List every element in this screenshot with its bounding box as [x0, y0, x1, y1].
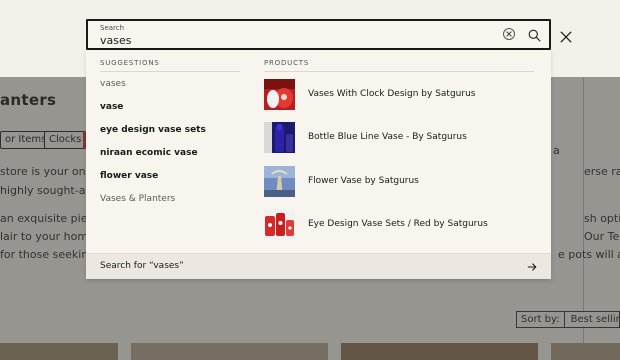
product-name: Vases With Clock Design by Satgurus [308, 89, 476, 99]
product-result[interactable]: Eye Design Vase Sets / Red by Satgurus [264, 208, 534, 240]
clear-search-button[interactable] [503, 28, 515, 40]
product-thumbnail [264, 165, 295, 197]
suggestion-item[interactable]: niraan ecomic vase [100, 148, 198, 158]
product-thumbnail [264, 121, 295, 153]
suggestion-item[interactable]: Vases & Planters [100, 194, 175, 204]
search-submit-button[interactable] [528, 27, 542, 42]
suggestion-item[interactable]: flower vase [100, 171, 158, 181]
product-name: Bottle Blue Line Vase - By Satgurus [308, 132, 467, 142]
search-field[interactable]: Search [86, 19, 551, 50]
product-name: Eye Design Vase Sets / Red by Satgurus [308, 219, 488, 229]
arrow-right-icon [527, 263, 537, 271]
close-small-icon [506, 31, 512, 37]
search-label: Search [100, 24, 125, 32]
suggestion-item[interactable]: vases [100, 79, 126, 89]
suggestion-item[interactable]: vase [100, 102, 123, 112]
product-thumbnail [264, 208, 295, 240]
suggestions-heading: SUGGESTIONS [100, 59, 160, 67]
suggestion-item[interactable]: eye design vase sets [100, 125, 206, 135]
divider [100, 71, 240, 72]
product-thumbnail [264, 78, 295, 110]
product-result[interactable]: Flower Vase by Satgurus [264, 165, 534, 197]
search-input[interactable] [100, 33, 480, 47]
close-search-button[interactable] [560, 28, 574, 43]
product-result[interactable]: Bottle Blue Line Vase - By Satgurus [264, 121, 534, 153]
close-icon [560, 31, 572, 43]
divider [264, 71, 534, 72]
product-result[interactable]: Vases With Clock Design by Satgurus [264, 78, 534, 110]
search-icon [528, 29, 541, 42]
predictive-search-dropdown: SUGGESTIONS vases vase eye design vase s… [86, 50, 551, 279]
product-name: Flower Vase by Satgurus [308, 176, 419, 186]
search-for-label: Search for “vases” [100, 261, 184, 271]
search-for-button[interactable]: Search for “vases” [86, 253, 551, 279]
products-heading: PRODUCTS [264, 59, 310, 67]
